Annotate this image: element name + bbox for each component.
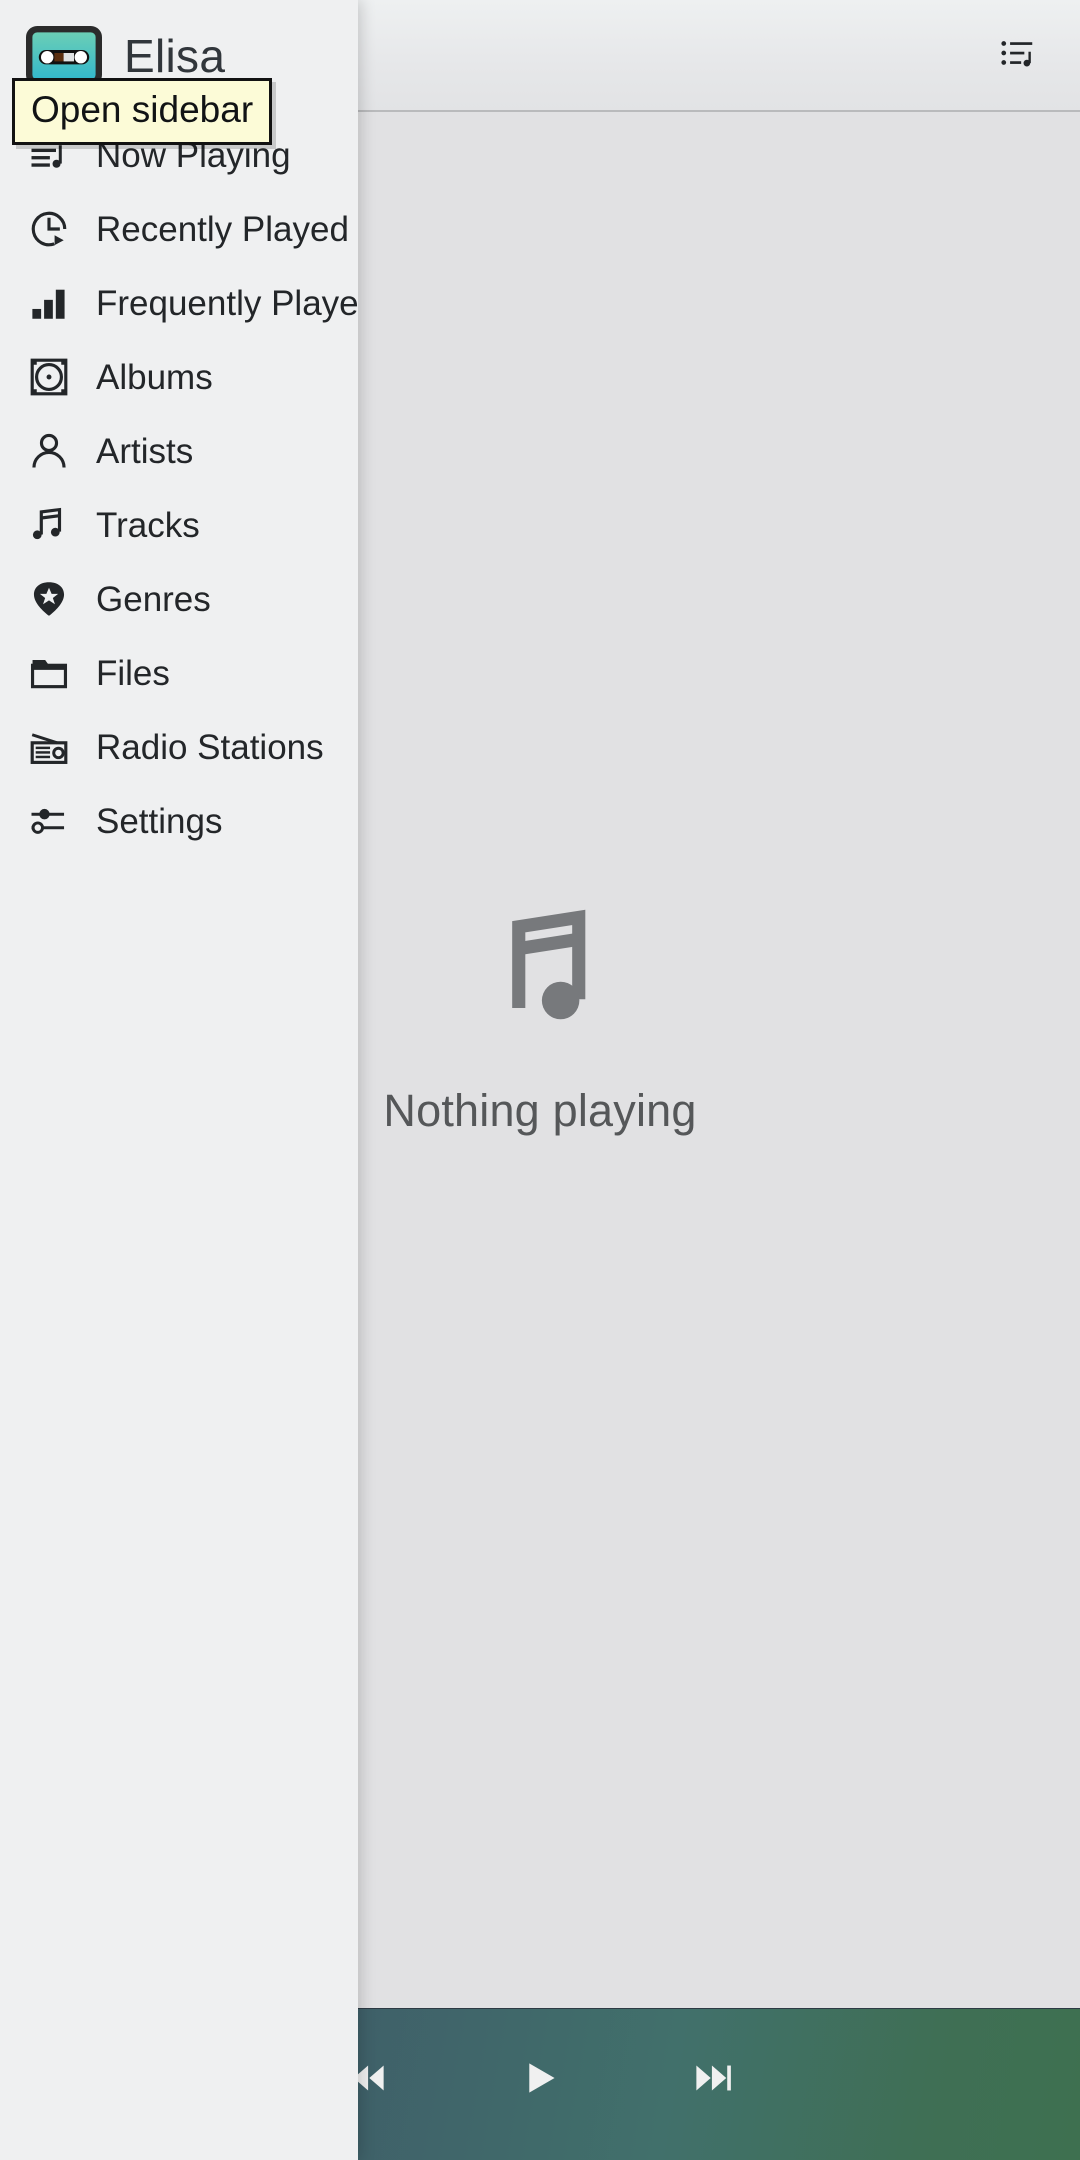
sidebar-item-radio-stations[interactable]: Radio Stations xyxy=(0,710,358,784)
sidebar-item-label: Genres xyxy=(96,579,211,619)
sidebar-item-albums[interactable]: Albums xyxy=(0,340,358,414)
sidebar-item-tracks[interactable]: Tracks xyxy=(0,488,358,562)
sidebar-item-label: Files xyxy=(96,653,170,693)
open-sidebar-tooltip: Open sidebar xyxy=(12,78,273,145)
guitar-pick-star-icon xyxy=(26,576,72,622)
sidebar-item-artists[interactable]: Artists xyxy=(0,414,358,488)
sidebar-item-frequently-played[interactable]: Frequently Played xyxy=(0,266,358,340)
beamed-eighth-notes-icon xyxy=(465,898,615,1048)
sidebar-item-genres[interactable]: Genres xyxy=(0,562,358,636)
sidebar-item-label: Tracks xyxy=(96,505,200,545)
sidebar-item-label: Albums xyxy=(96,357,213,397)
cassette-tape-icon xyxy=(26,26,102,86)
album-disc-icon xyxy=(26,354,72,400)
sidebar-item-settings[interactable]: Settings xyxy=(0,784,358,858)
sidebar-item-label: Recently Played xyxy=(96,209,349,249)
playlist-music-icon xyxy=(999,34,1037,77)
sidebar-item-label: Artists xyxy=(96,431,194,471)
sidebar-item-files[interactable]: Files xyxy=(0,636,358,710)
tooltip-label: Open sidebar xyxy=(31,89,254,130)
sidebar-nav-list: Now Playing Recently Played Frequently P… xyxy=(0,118,358,858)
empty-state-label: Nothing playing xyxy=(383,1085,697,1136)
clock-play-icon xyxy=(26,206,72,252)
sliders-icon xyxy=(26,798,72,844)
radio-icon xyxy=(26,724,72,770)
music-note-icon xyxy=(26,502,72,548)
play-icon xyxy=(517,2055,563,2106)
bar-chart-icon xyxy=(26,280,72,326)
elisa-app-window: Nothing playing Elisa Now Playing Recent… xyxy=(0,0,1080,2160)
folder-icon xyxy=(26,650,72,696)
play-button[interactable] xyxy=(501,2042,579,2120)
person-icon xyxy=(26,428,72,474)
skip-forward-icon xyxy=(691,2055,737,2106)
sidebar: Elisa Now Playing Recently Played Freque… xyxy=(0,0,358,2160)
sidebar-item-label: Radio Stations xyxy=(96,727,324,767)
app-title: Elisa xyxy=(124,30,226,82)
next-track-button[interactable] xyxy=(675,2042,753,2120)
playlist-toggle-button[interactable] xyxy=(986,23,1050,87)
sidebar-item-recently-played[interactable]: Recently Played xyxy=(0,192,358,266)
sidebar-item-label: Frequently Played xyxy=(96,283,358,323)
sidebar-item-label: Settings xyxy=(96,801,223,841)
